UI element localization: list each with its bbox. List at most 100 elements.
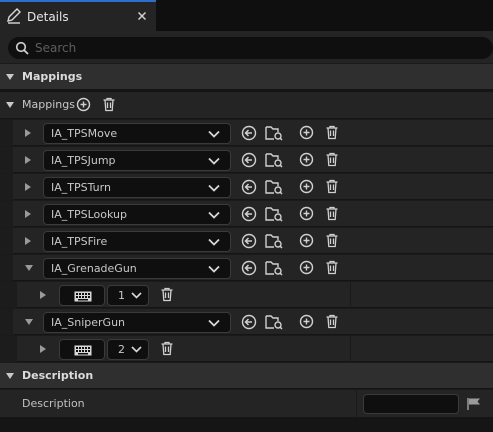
browse-back-icon[interactable] (241, 125, 257, 141)
key-selector-button[interactable] (59, 285, 105, 306)
browse-back-icon[interactable] (241, 314, 257, 330)
add-icon[interactable] (299, 233, 314, 248)
search-input[interactable] (35, 39, 475, 57)
input-action-combo[interactable]: IA_GrenadeGun (43, 258, 231, 279)
description-property-row: Description (0, 389, 493, 418)
add-icon[interactable] (299, 152, 314, 167)
browse-asset-icon[interactable] (265, 206, 283, 222)
category-label: Description (22, 369, 94, 382)
browse-back-icon[interactable] (241, 233, 257, 249)
browse-back-icon[interactable] (241, 206, 257, 222)
trash-icon[interactable] (325, 233, 339, 248)
indent-guide (0, 201, 13, 227)
add-icon[interactable] (299, 179, 314, 194)
trash-icon[interactable] (325, 125, 339, 140)
key-mapping-row: 2 (0, 335, 493, 362)
input-action-combo[interactable]: IA_SniperGun (43, 312, 231, 333)
trash-icon[interactable] (325, 179, 339, 194)
input-action-value: IA_TPSLookup (51, 208, 127, 221)
browse-back-icon[interactable] (241, 179, 257, 195)
category-mappings[interactable]: Mappings (0, 63, 493, 89)
trash-icon[interactable] (325, 152, 339, 167)
indent-guide (0, 255, 13, 281)
browse-asset-icon[interactable] (265, 179, 283, 195)
indent-guide (0, 309, 13, 335)
add-icon[interactable] (299, 260, 314, 275)
column-splitter[interactable] (350, 282, 351, 308)
key-value: 2 (118, 343, 125, 356)
indent-guide (13, 282, 17, 308)
input-action-combo[interactable]: IA_TPSLookup (43, 204, 231, 225)
expand-arrow-icon[interactable] (24, 128, 32, 138)
browse-back-icon[interactable] (241, 152, 257, 168)
browse-asset-icon[interactable] (265, 233, 283, 249)
key-value-dropdown[interactable]: 2 (107, 339, 149, 360)
tab-title: Details (27, 10, 69, 24)
trash-icon[interactable] (160, 341, 174, 356)
collapse-arrow-icon[interactable] (24, 264, 34, 272)
input-action-combo[interactable]: IA_TPSFire (43, 231, 231, 252)
indent-guide (0, 147, 13, 173)
key-selector-button[interactable] (59, 339, 105, 360)
browse-asset-icon[interactable] (265, 260, 283, 276)
mapping-row: IA_TPSMove (0, 119, 493, 146)
expand-arrow-icon[interactable] (24, 182, 32, 192)
indent-guide (0, 174, 13, 200)
category-description[interactable]: Description (0, 362, 493, 388)
indent-guide (13, 336, 17, 362)
trash-icon[interactable] (325, 260, 339, 275)
browse-asset-icon[interactable] (265, 152, 283, 168)
search-box[interactable] (8, 37, 493, 59)
browse-back-icon[interactable] (241, 260, 257, 276)
input-action-value: IA_TPSJump (51, 154, 116, 167)
pencil-icon (5, 7, 23, 25)
mapping-row: IA_SniperGun (0, 308, 493, 335)
trash-icon[interactable] (325, 314, 339, 329)
input-action-combo[interactable]: IA_TPSTurn (43, 177, 231, 198)
column-splitter[interactable] (350, 336, 351, 362)
collapse-arrow-icon[interactable] (5, 101, 15, 109)
localization-flag-icon[interactable] (466, 397, 482, 411)
panel-background (0, 417, 493, 432)
trash-icon[interactable] (102, 97, 116, 112)
category-label: Mappings (22, 70, 83, 83)
add-element-icon[interactable] (76, 97, 91, 112)
chevron-down-icon (208, 319, 220, 327)
expand-arrow-icon[interactable] (39, 290, 47, 300)
chevron-down-icon (208, 238, 220, 246)
chevron-down-icon (131, 292, 142, 299)
input-action-combo[interactable]: IA_TPSMove (43, 123, 231, 144)
trash-icon[interactable] (160, 287, 174, 302)
expand-arrow-icon[interactable] (24, 209, 32, 219)
mapping-row: IA_TPSFire (0, 227, 493, 254)
close-icon[interactable] (136, 10, 148, 22)
browse-asset-icon[interactable] (265, 125, 283, 141)
expand-arrow-icon[interactable] (24, 236, 32, 246)
input-action-combo[interactable]: IA_TPSJump (43, 150, 231, 171)
chevron-down-icon (208, 211, 220, 219)
chevron-down-icon (131, 346, 142, 353)
chevron-down-icon (208, 130, 220, 138)
collapse-arrow-icon[interactable] (5, 73, 15, 81)
key-value: 1 (118, 289, 125, 302)
mapping-row: IA_TPSJump (0, 146, 493, 173)
mapping-row: IA_TPSLookup (0, 200, 493, 227)
tab-details[interactable]: Details (0, 0, 156, 31)
trash-icon[interactable] (325, 206, 339, 221)
column-splitter[interactable] (356, 390, 357, 418)
key-value-dropdown[interactable]: 1 (107, 285, 149, 306)
description-input[interactable] (363, 394, 459, 414)
add-icon[interactable] (299, 125, 314, 140)
browse-asset-icon[interactable] (265, 314, 283, 330)
expand-arrow-icon[interactable] (39, 344, 47, 354)
expand-arrow-icon[interactable] (24, 155, 32, 165)
input-action-value: IA_SniperGun (51, 316, 126, 329)
indent-guide (0, 228, 13, 254)
collapse-arrow-icon[interactable] (5, 372, 15, 380)
add-icon[interactable] (299, 314, 314, 329)
add-icon[interactable] (299, 206, 314, 221)
key-mapping-row: 1 (0, 281, 493, 308)
search-icon (15, 41, 29, 55)
collapse-arrow-icon[interactable] (24, 318, 34, 326)
search-bar (0, 31, 493, 63)
